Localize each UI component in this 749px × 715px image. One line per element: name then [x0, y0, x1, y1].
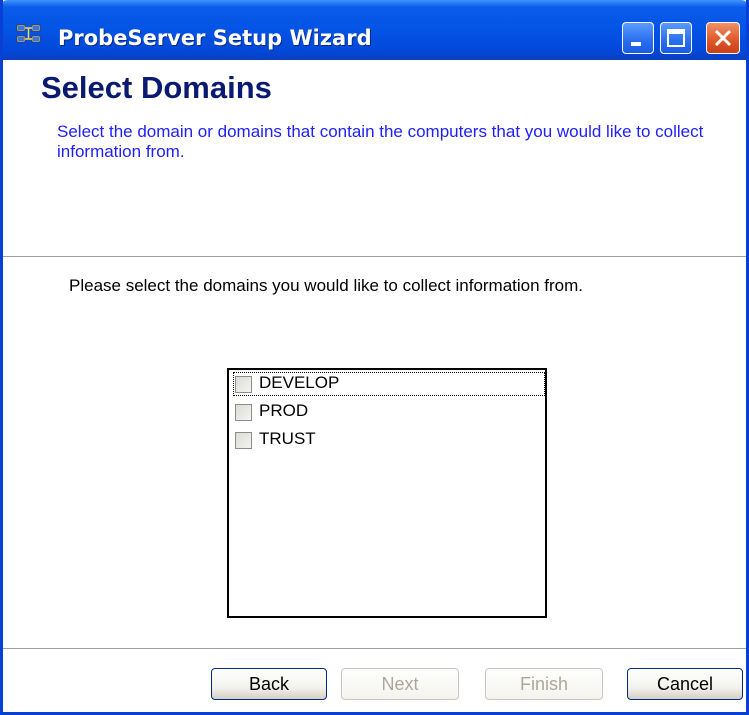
- domain-item-develop[interactable]: DEVELOP: [233, 372, 545, 396]
- close-button[interactable]: [706, 22, 740, 54]
- domain-item-trust[interactable]: TRUST: [233, 428, 545, 452]
- back-button[interactable]: Back: [211, 668, 327, 700]
- domain-checkbox-prod[interactable]: [235, 404, 252, 421]
- window-title: ProbeServer Setup Wizard: [58, 26, 372, 50]
- network-computers-icon: [16, 24, 41, 43]
- wizard-window: ProbeServer Setup Wizard Select Domains …: [0, 0, 749, 715]
- button-bar: Back Next Finish Cancel: [3, 650, 746, 712]
- minimize-button[interactable]: [622, 22, 654, 54]
- minimize-icon: [631, 42, 641, 46]
- page-title: Select Domains: [41, 70, 272, 105]
- header-panel: Select Domains Select the domain or doma…: [3, 60, 746, 256]
- page-description: Select the domain or domains that contai…: [57, 122, 704, 161]
- close-icon: [714, 29, 732, 47]
- title-bar[interactable]: ProbeServer Setup Wizard: [3, 0, 746, 60]
- domain-checkbox-trust[interactable]: [235, 432, 252, 449]
- cancel-button[interactable]: Cancel: [627, 668, 743, 700]
- body-panel: Please select the domains you would like…: [3, 258, 746, 648]
- maximize-button[interactable]: [660, 22, 692, 54]
- domain-label: DEVELOP: [259, 373, 340, 392]
- domain-label: PROD: [259, 401, 309, 420]
- domain-label: TRUST: [259, 429, 316, 448]
- finish-button[interactable]: Finish: [485, 668, 603, 700]
- instruction-text: Please select the domains you would like…: [69, 276, 584, 295]
- next-button[interactable]: Next: [341, 668, 459, 700]
- domain-item-prod[interactable]: PROD: [233, 400, 545, 424]
- domain-checklist[interactable]: DEVELOP PROD TRUST: [227, 368, 547, 618]
- domain-checkbox-develop[interactable]: [235, 376, 252, 393]
- maximize-icon: [667, 29, 685, 47]
